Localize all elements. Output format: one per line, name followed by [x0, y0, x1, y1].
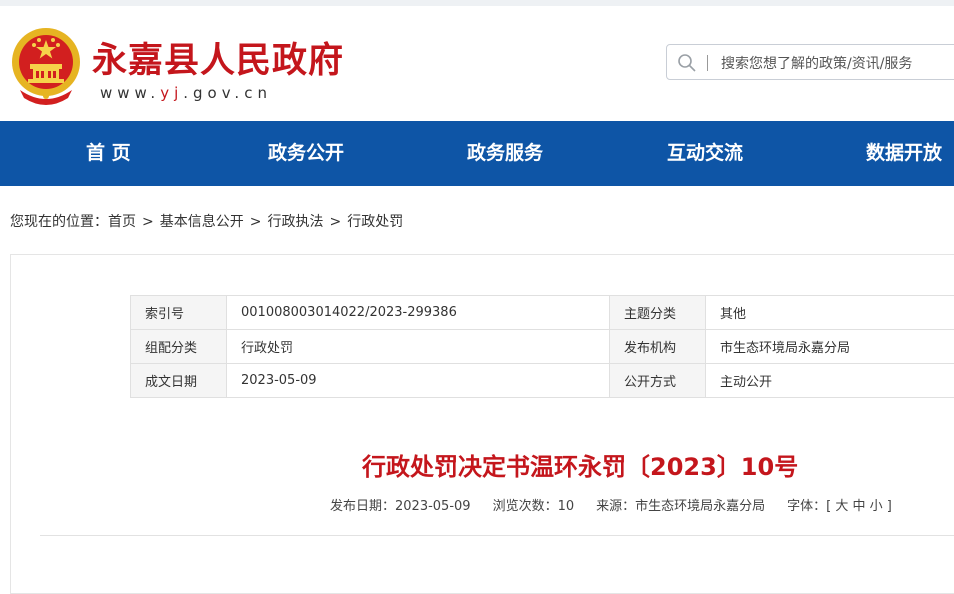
meta-value: 001008003014022/2023-299386: [227, 296, 610, 330]
breadcrumb-item-penalty[interactable]: 行政处罚: [347, 211, 403, 231]
document-meta-table: 索引号 001008003014022/2023-299386 主题分类 其他 …: [130, 295, 954, 398]
nav-home[interactable]: 首 页: [86, 121, 131, 186]
meta-key: 发布机构: [610, 330, 706, 364]
table-row: 组配分类 行政处罚 发布机构 市生态环境局永嘉分局: [131, 330, 954, 364]
search-icon[interactable]: [677, 53, 697, 73]
nav-gov-affairs-open[interactable]: 政务公开: [268, 121, 344, 186]
publish-date: 发布日期：2023-05-09: [330, 499, 471, 514]
breadcrumb-separator: >: [329, 214, 341, 230]
meta-key: 公开方式: [610, 364, 706, 398]
document-title: 行政处罚决定书温环永罚〔2023〕10号: [362, 447, 798, 482]
table-row: 索引号 001008003014022/2023-299386 主题分类 其他: [131, 296, 954, 330]
site-title[interactable]: 永嘉县人民政府: [92, 32, 344, 83]
document-source: 来源：市生态环境局永嘉分局: [596, 499, 765, 514]
nav-interaction[interactable]: 互动交流: [667, 121, 743, 186]
breadcrumb-item-law-enforcement[interactable]: 行政执法: [267, 211, 323, 231]
search-input[interactable]: 搜索您想了解的政策/资讯/服务: [721, 53, 912, 73]
view-count: 浏览次数：10: [493, 499, 575, 514]
breadcrumb-item-home[interactable]: 首页: [108, 211, 136, 231]
breadcrumb-prefix: 您现在的位置：: [10, 211, 108, 231]
nav-gov-services[interactable]: 政务服务: [467, 121, 543, 186]
meta-value: 其他: [706, 296, 954, 330]
font-size-switcher[interactable]: 字体：[ 大 中 小 ]: [787, 499, 892, 514]
breadcrumb-item-basic-info[interactable]: 基本信息公开: [160, 211, 244, 231]
document-info-bar: 发布日期：2023-05-09 浏览次数：10 来源：市生态环境局永嘉分局 字体：[ …: [330, 495, 914, 514]
site-url-highlight: yj: [160, 84, 183, 102]
main-nav: 首 页 政务公开 政务服务 互动交流 数据开放: [0, 121, 954, 186]
nav-open-data[interactable]: 数据开放: [866, 121, 942, 186]
site-url-prefix: www.: [100, 84, 160, 102]
meta-key: 成文日期: [131, 364, 227, 398]
meta-value: 行政处罚: [227, 330, 610, 364]
breadcrumb-separator: >: [250, 214, 262, 230]
breadcrumb: 您现在的位置：首页 > 基本信息公开 > 行政执法 > 行政处罚: [10, 211, 403, 231]
meta-key: 索引号: [131, 296, 227, 330]
meta-value: 2023-05-09: [227, 364, 610, 398]
search-divider: [707, 55, 708, 71]
meta-key: 组配分类: [131, 330, 227, 364]
table-row: 成文日期 2023-05-09 公开方式 主动公开: [131, 364, 954, 398]
meta-key: 主题分类: [610, 296, 706, 330]
site-url: www.yj.gov.cn: [100, 84, 272, 102]
site-header: 永嘉县人民政府 www.yj.gov.cn 搜索您想了解的政策/资讯/服务: [0, 6, 954, 121]
site-url-suffix: .gov.cn: [183, 84, 272, 102]
search-box[interactable]: 搜索您想了解的政策/资讯/服务: [666, 44, 954, 80]
breadcrumb-separator: >: [142, 214, 154, 230]
meta-value: 市生态环境局永嘉分局: [706, 330, 954, 364]
meta-value: 主动公开: [706, 364, 954, 398]
content-divider: [40, 535, 954, 536]
national-emblem-icon: [10, 26, 82, 106]
